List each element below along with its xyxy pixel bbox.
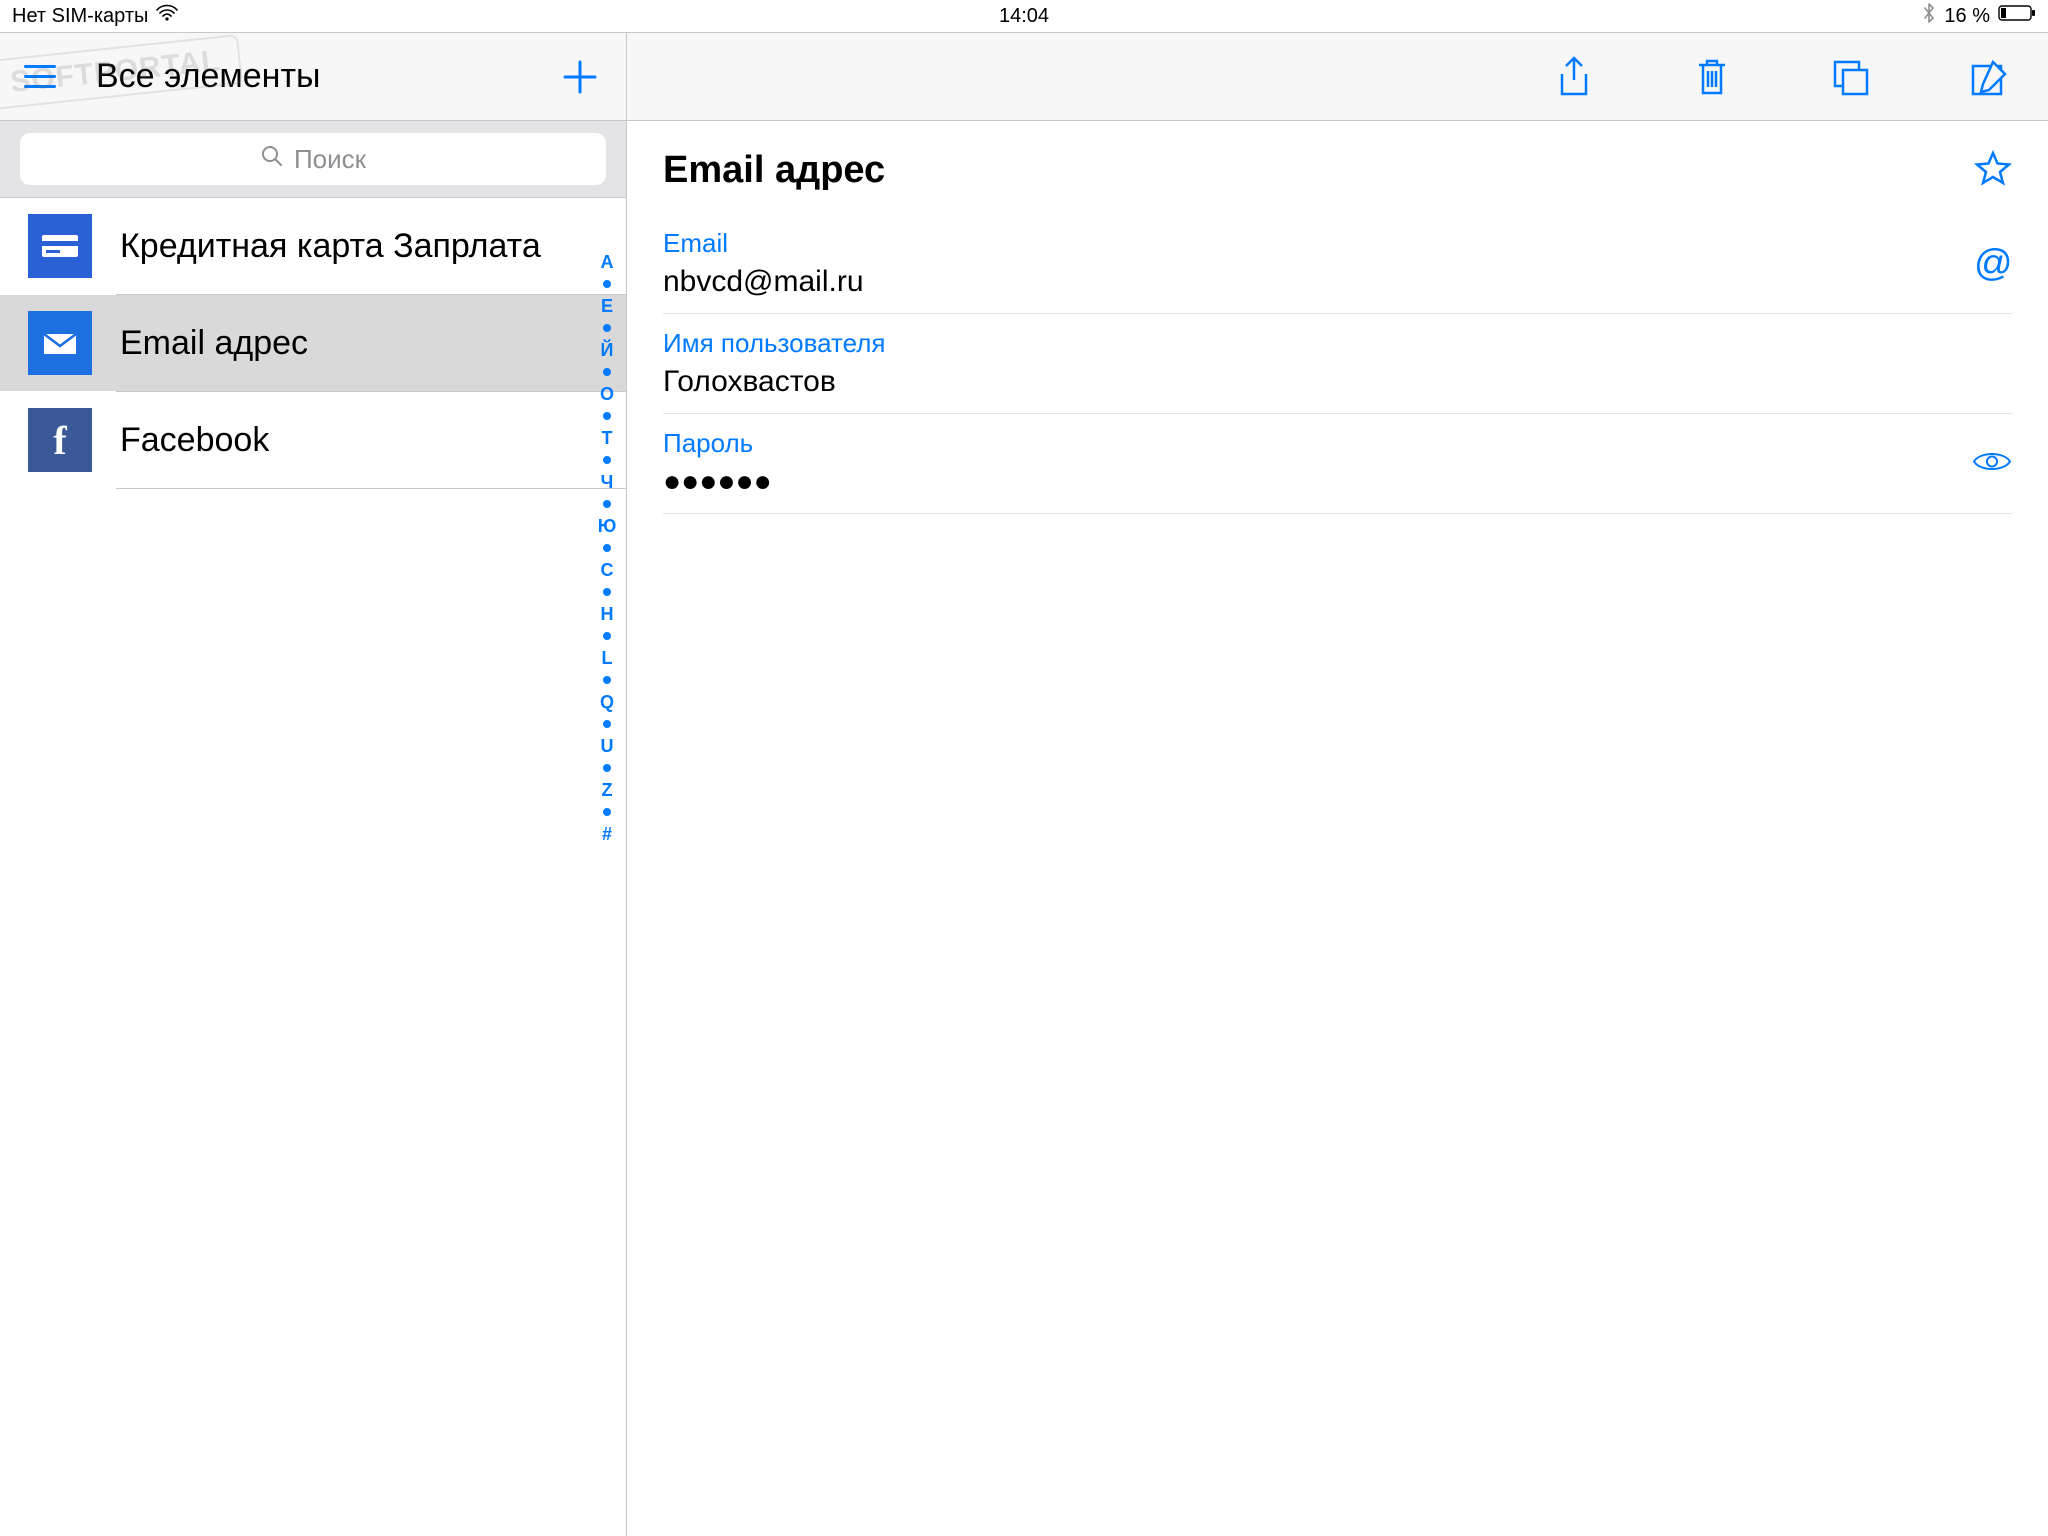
list-item-credit-card[interactable]: Кредитная карта Запрлата: [0, 198, 626, 294]
section-index[interactable]: А Е Й О Т Ч Ю C H L Q U Z #: [592, 253, 622, 1526]
battery-percent: 16 %: [1944, 5, 1990, 28]
menu-button[interactable]: [24, 55, 68, 99]
field-value: ●●●●●●: [663, 465, 2012, 499]
index-letter[interactable]: Е: [601, 297, 613, 315]
facebook-icon: f: [28, 408, 92, 472]
field-label: Email: [663, 228, 2012, 259]
list-item-facebook[interactable]: f Facebook: [0, 392, 626, 488]
list-item-label: Кредитная карта Запрлата: [120, 227, 541, 266]
detail-toolbar: [627, 33, 2048, 121]
carrier-text: Нет SIM-карты: [12, 5, 148, 28]
share-button[interactable]: [1550, 53, 1598, 101]
index-letter[interactable]: Q: [600, 693, 614, 711]
clock: 14:04: [999, 5, 1049, 28]
sidebar-title: Все элементы: [96, 57, 558, 96]
index-letter[interactable]: L: [602, 649, 613, 667]
field-value: Голохвастов: [663, 365, 2012, 399]
field-email[interactable]: Email nbvcd@mail.ru @: [663, 214, 2012, 314]
index-letter[interactable]: Ч: [601, 473, 614, 491]
reveal-password-button[interactable]: [1972, 448, 2012, 479]
index-letter[interactable]: C: [601, 561, 614, 579]
field-password[interactable]: Пароль ●●●●●●: [663, 414, 2012, 514]
copy-button[interactable]: [1826, 53, 1874, 101]
battery-icon: [1998, 4, 2036, 28]
trash-button[interactable]: [1688, 53, 1736, 101]
mail-icon: [28, 311, 92, 375]
list-item-label: Email адрес: [120, 324, 308, 363]
status-bar: Нет SIM-карты 14:04 16 %: [0, 0, 2048, 32]
search-placeholder: Поиск: [294, 144, 366, 175]
index-letter[interactable]: Й: [601, 341, 614, 359]
field-label: Имя пользователя: [663, 328, 2012, 359]
index-letter[interactable]: U: [601, 737, 614, 755]
sidebar: SOFTPORTAL Все элементы Поиск: [0, 33, 627, 1536]
bluetooth-icon: [1922, 2, 1936, 30]
list-item-email[interactable]: Email адрес: [0, 295, 626, 391]
at-icon: @: [1973, 242, 2012, 285]
field-label: Пароль: [663, 428, 2012, 459]
index-letter[interactable]: О: [600, 385, 614, 403]
index-letter[interactable]: H: [601, 605, 614, 623]
compose-button[interactable]: [1964, 53, 2012, 101]
add-button[interactable]: [558, 55, 602, 99]
search-icon: [260, 144, 284, 175]
field-username[interactable]: Имя пользователя Голохвастов: [663, 314, 2012, 414]
field-value: nbvcd@mail.ru: [663, 265, 2012, 299]
index-letter[interactable]: А: [601, 253, 614, 271]
credit-card-icon: [28, 214, 92, 278]
item-list: Кредитная карта Запрлата Email адрес f F…: [0, 198, 626, 1536]
list-item-label: Facebook: [120, 421, 269, 460]
detail-pane: Email адрес Email nbvcd@mail.ru @ Имя по…: [627, 33, 2048, 1536]
detail-title: Email адрес: [663, 149, 885, 192]
favorite-button[interactable]: [1974, 149, 2012, 192]
wifi-icon: [156, 4, 178, 28]
index-letter[interactable]: Ю: [598, 517, 617, 535]
index-letter[interactable]: #: [602, 825, 612, 843]
index-letter[interactable]: Z: [602, 781, 613, 799]
index-letter[interactable]: Т: [602, 429, 613, 447]
search-input[interactable]: Поиск: [20, 133, 606, 185]
search-row: Поиск: [0, 121, 626, 198]
